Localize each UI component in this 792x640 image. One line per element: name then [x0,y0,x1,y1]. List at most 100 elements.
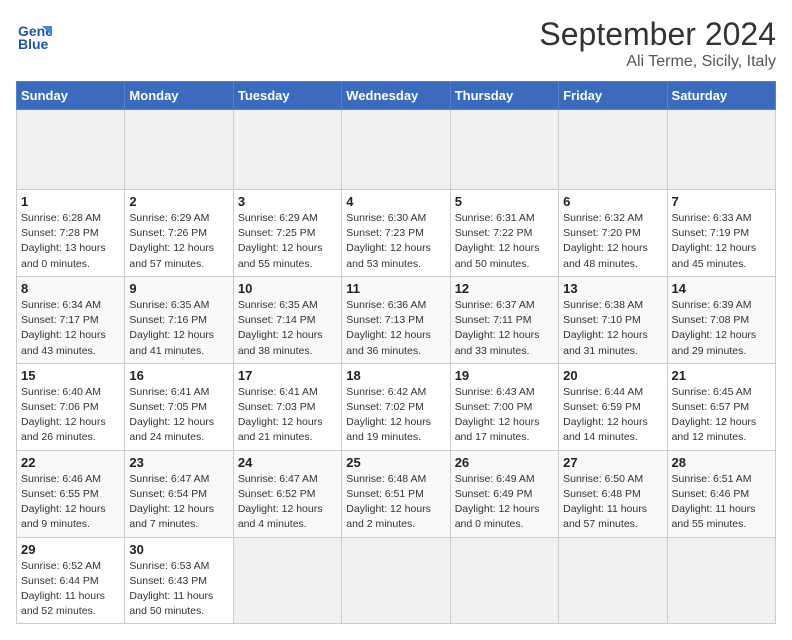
calendar-day-cell [233,537,341,624]
day-info: Sunrise: 6:46 AM Sunset: 6:55 PM Dayligh… [21,472,120,533]
day-info: Sunrise: 6:33 AM Sunset: 7:19 PM Dayligh… [672,211,771,272]
calendar-week-row: 15 Sunrise: 6:40 AM Sunset: 7:06 PM Dayli… [17,363,776,450]
calendar-day-cell: 12 Sunrise: 6:37 AM Sunset: 7:11 PM Dayli… [450,276,558,363]
day-number: 27 [563,455,662,470]
day-number: 7 [672,194,771,209]
day-info: Sunrise: 6:29 AM Sunset: 7:25 PM Dayligh… [238,211,337,272]
calendar-day-cell [233,110,341,190]
calendar-day-cell: 17 Sunrise: 6:41 AM Sunset: 7:03 PM Dayli… [233,363,341,450]
calendar-day-cell [559,537,667,624]
day-info: Sunrise: 6:29 AM Sunset: 7:26 PM Dayligh… [129,211,228,272]
day-of-week-header: Friday [559,82,667,110]
day-number: 19 [455,368,554,383]
calendar-day-cell: 16 Sunrise: 6:41 AM Sunset: 7:05 PM Dayli… [125,363,233,450]
day-info: Sunrise: 6:50 AM Sunset: 6:48 PM Dayligh… [563,472,662,533]
calendar-week-row [17,110,776,190]
day-info: Sunrise: 6:49 AM Sunset: 6:49 PM Dayligh… [455,472,554,533]
day-info: Sunrise: 6:30 AM Sunset: 7:23 PM Dayligh… [346,211,445,272]
calendar-day-cell: 2Sunrise: 6:29 AM Sunset: 7:26 PM Daylig… [125,190,233,277]
day-number: 16 [129,368,228,383]
day-info: Sunrise: 6:47 AM Sunset: 6:54 PM Dayligh… [129,472,228,533]
calendar-day-cell: 23 Sunrise: 6:47 AM Sunset: 6:54 PM Dayli… [125,450,233,537]
day-number: 18 [346,368,445,383]
calendar-week-row: 1 Sunrise: 6:28 AM Sunset: 7:28 PM Daylig… [17,190,776,277]
day-of-week-header: Saturday [667,82,775,110]
calendar-day-cell [342,110,450,190]
calendar-day-cell: 29 Sunrise: 6:52 AM Sunset: 6:44 PM Dayli… [17,537,125,624]
calendar-day-cell [667,537,775,624]
calendar-day-cell: 14Sunrise: 6:39 AM Sunset: 7:08 PM Dayli… [667,276,775,363]
day-info: Sunrise: 6:41 AM Sunset: 7:03 PM Dayligh… [238,385,337,446]
day-info: Sunrise: 6:28 AM Sunset: 7:28 PM Dayligh… [21,211,120,272]
day-of-week-header: Thursday [450,82,558,110]
day-number: 9 [129,281,228,296]
day-info: Sunrise: 6:35 AM Sunset: 7:14 PM Dayligh… [238,298,337,359]
day-number: 23 [129,455,228,470]
calendar-day-cell [17,110,125,190]
day-of-week-header: Monday [125,82,233,110]
calendar-day-cell: 28 Sunrise: 6:51 AM Sunset: 6:46 PM Dayli… [667,450,775,537]
calendar-day-cell: 25Sunrise: 6:48 AM Sunset: 6:51 PM Dayli… [342,450,450,537]
calendar-day-cell: 8 Sunrise: 6:34 AM Sunset: 7:17 PM Daylig… [17,276,125,363]
calendar-body: 1 Sunrise: 6:28 AM Sunset: 7:28 PM Daylig… [17,110,776,624]
calendar-week-row: 8 Sunrise: 6:34 AM Sunset: 7:17 PM Daylig… [17,276,776,363]
calendar-day-cell [450,110,558,190]
day-number: 21 [672,368,771,383]
day-number: 20 [563,368,662,383]
calendar-day-cell: 11 Sunrise: 6:36 AM Sunset: 7:13 PM Dayli… [342,276,450,363]
day-number: 13 [563,281,662,296]
calendar-day-cell: 10 Sunrise: 6:35 AM Sunset: 7:14 PM Dayli… [233,276,341,363]
day-number: 1 [21,194,120,209]
day-info: Sunrise: 6:38 AM Sunset: 7:10 PM Dayligh… [563,298,662,359]
day-info: Sunrise: 6:43 AM Sunset: 7:00 PM Dayligh… [455,385,554,446]
calendar-day-cell: 24 Sunrise: 6:47 AM Sunset: 6:52 PM Dayli… [233,450,341,537]
calendar-day-cell: 21 Sunrise: 6:45 AM Sunset: 6:57 PM Dayli… [667,363,775,450]
calendar-day-cell: 27 Sunrise: 6:50 AM Sunset: 6:48 PM Dayli… [559,450,667,537]
day-number: 11 [346,281,445,296]
title-block: September 2024 Ali Terme, Sicily, Italy [539,16,776,71]
day-info: Sunrise: 6:47 AM Sunset: 6:52 PM Dayligh… [238,472,337,533]
calendar-day-cell [450,537,558,624]
day-number: 29 [21,542,120,557]
day-number: 17 [238,368,337,383]
day-number: 26 [455,455,554,470]
calendar-day-cell: 20Sunrise: 6:44 AM Sunset: 6:59 PM Dayli… [559,363,667,450]
day-number: 8 [21,281,120,296]
day-number: 3 [238,194,337,209]
calendar-day-cell: 18Sunrise: 6:42 AM Sunset: 7:02 PM Dayli… [342,363,450,450]
calendar-day-cell: 22Sunrise: 6:46 AM Sunset: 6:55 PM Dayli… [17,450,125,537]
logo-icon: General Blue [16,16,52,52]
calendar-day-cell: 9 Sunrise: 6:35 AM Sunset: 7:16 PM Daylig… [125,276,233,363]
day-of-week-header: Wednesday [342,82,450,110]
day-number: 30 [129,542,228,557]
day-number: 12 [455,281,554,296]
day-info: Sunrise: 6:37 AM Sunset: 7:11 PM Dayligh… [455,298,554,359]
day-number: 25 [346,455,445,470]
calendar-day-cell: 5Sunrise: 6:31 AM Sunset: 7:22 PM Daylig… [450,190,558,277]
day-number: 24 [238,455,337,470]
svg-text:Blue: Blue [18,36,49,52]
day-number: 10 [238,281,337,296]
day-info: Sunrise: 6:40 AM Sunset: 7:06 PM Dayligh… [21,385,120,446]
calendar-day-cell: 3 Sunrise: 6:29 AM Sunset: 7:25 PM Daylig… [233,190,341,277]
day-info: Sunrise: 6:31 AM Sunset: 7:22 PM Dayligh… [455,211,554,272]
day-number: 14 [672,281,771,296]
day-info: Sunrise: 6:32 AM Sunset: 7:20 PM Dayligh… [563,211,662,272]
day-info: Sunrise: 6:51 AM Sunset: 6:46 PM Dayligh… [672,472,771,533]
calendar-day-cell: 15 Sunrise: 6:40 AM Sunset: 7:06 PM Dayli… [17,363,125,450]
day-of-week-header: Sunday [17,82,125,110]
day-number: 28 [672,455,771,470]
day-info: Sunrise: 6:35 AM Sunset: 7:16 PM Dayligh… [129,298,228,359]
calendar-day-cell: 1 Sunrise: 6:28 AM Sunset: 7:28 PM Daylig… [17,190,125,277]
day-info: Sunrise: 6:45 AM Sunset: 6:57 PM Dayligh… [672,385,771,446]
day-number: 15 [21,368,120,383]
location-subtitle: Ali Terme, Sicily, Italy [539,53,776,71]
calendar-day-cell: 19 Sunrise: 6:43 AM Sunset: 7:00 PM Dayli… [450,363,558,450]
day-info: Sunrise: 6:41 AM Sunset: 7:05 PM Dayligh… [129,385,228,446]
calendar-header-row: SundayMondayTuesdayWednesdayThursdayFrid… [17,82,776,110]
calendar-day-cell: 6Sunrise: 6:32 AM Sunset: 7:20 PM Daylig… [559,190,667,277]
day-info: Sunrise: 6:34 AM Sunset: 7:17 PM Dayligh… [21,298,120,359]
logo: General Blue [16,16,52,52]
day-info: Sunrise: 6:52 AM Sunset: 6:44 PM Dayligh… [21,559,120,620]
day-info: Sunrise: 6:36 AM Sunset: 7:13 PM Dayligh… [346,298,445,359]
